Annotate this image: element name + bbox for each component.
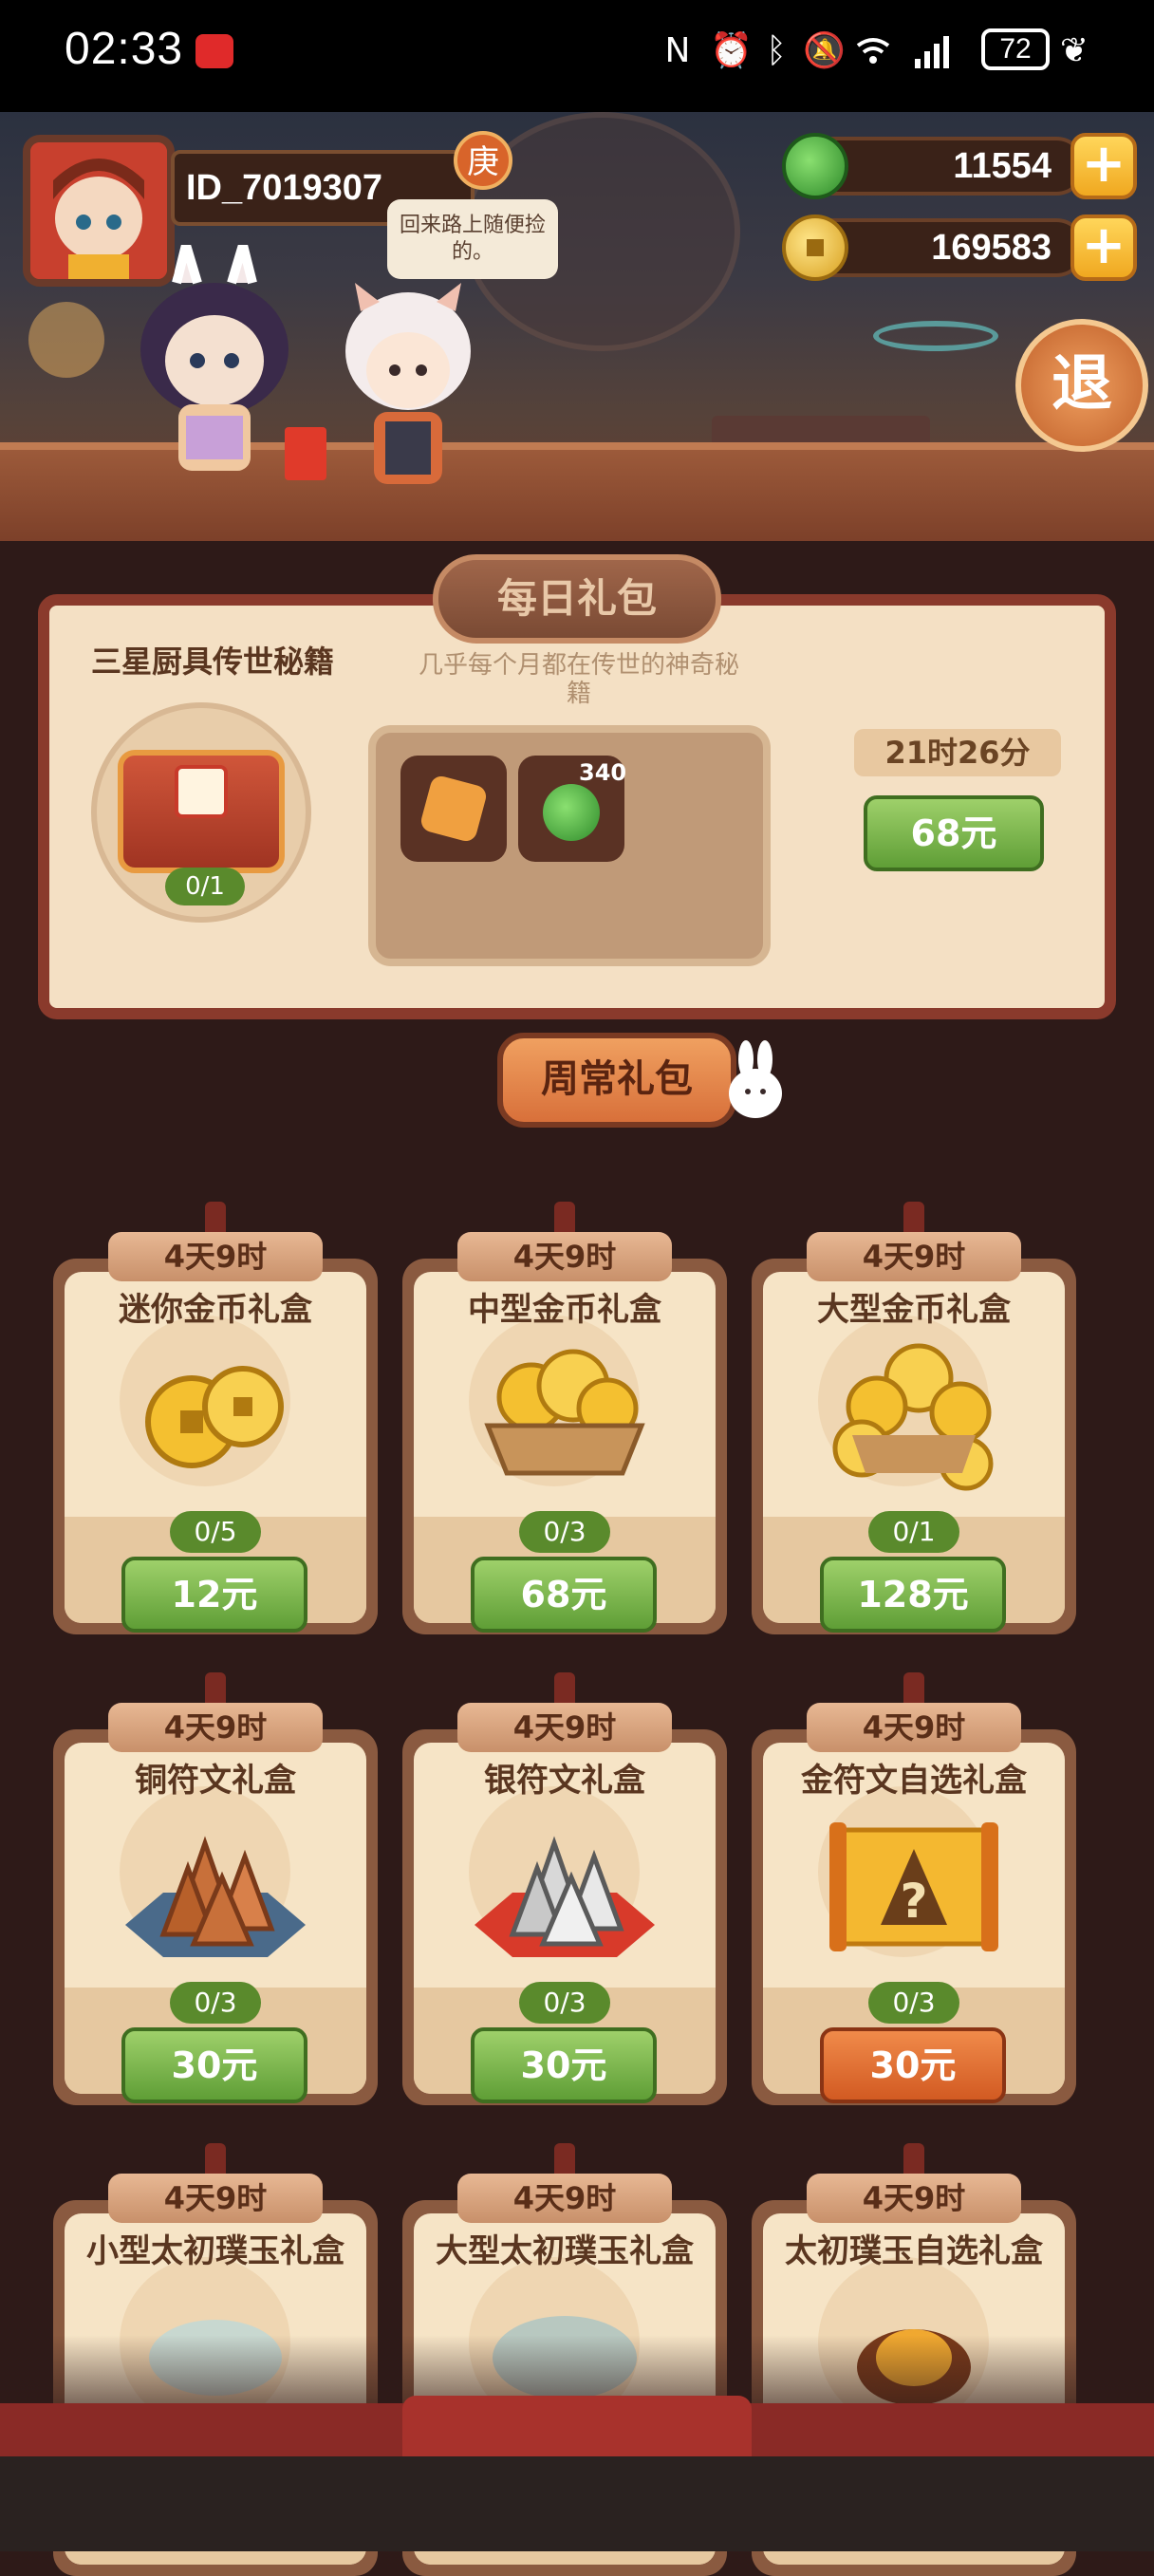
card-buy-button[interactable]: 30元 <box>471 2027 657 2103</box>
card-purchase-count: 0/3 <box>170 1982 261 2024</box>
card-title: 太初璞玉自选礼盒 <box>785 2232 1043 2270</box>
secret-chest-icon[interactable] <box>118 750 285 873</box>
card-timer: 4天9时 <box>457 1232 672 1281</box>
lamp-icon <box>28 302 104 378</box>
daily-pack-title: 每日礼包 <box>433 554 721 644</box>
card-timer: 4天9时 <box>807 2174 1021 2223</box>
helper-character-icon[interactable] <box>332 264 484 492</box>
weekly-pack-card[interactable]: ? 4天9时金符文自选礼盒 0/3 30元 <box>752 1672 1076 2105</box>
weekly-pack-card[interactable]: 4天9时迷你金币礼盒 0/5 12元 <box>53 1202 378 1634</box>
alarm-icon: ⏰ <box>710 31 753 70</box>
card-buy-button[interactable]: 30元 <box>121 2027 307 2103</box>
status-bar: 02:33 N ⏰ ᛒ 🔕 72 ❦ <box>0 0 1154 112</box>
card-buy-button[interactable]: 30元 <box>820 2027 1006 2103</box>
card-title: 迷你金币礼盒 <box>119 1291 312 1329</box>
jade-bracelet-icon <box>873 321 998 351</box>
card-purchase-count: 0/3 <box>519 1982 610 2024</box>
daily-pack-description: 几乎每个月都在传世的神奇秘籍 <box>418 651 739 708</box>
jade-icon <box>782 133 848 199</box>
nfc-icon: N <box>664 31 691 70</box>
weekly-pack-card[interactable]: 4天9时大型金币礼盒 0/1 128元 <box>752 1202 1076 1634</box>
daily-pack-timer: 21时26分 <box>854 729 1061 776</box>
battery-saver-icon: ❦ <box>1059 31 1089 70</box>
card-purchase-count: 0/5 <box>170 1511 261 1553</box>
add-jade-button[interactable]: + <box>1070 133 1137 199</box>
card-timer: 4天9时 <box>807 1703 1021 1752</box>
card-buy-button[interactable]: 128元 <box>820 1557 1006 1633</box>
pack-coins-pile-icon <box>824 1331 1004 1492</box>
bottom-bar-center-tab[interactable] <box>402 2396 752 2456</box>
card-purchase-count: 0/3 <box>868 1982 959 2024</box>
wifi-icon <box>854 32 892 70</box>
reward-jade-quantity: 340 <box>579 759 627 786</box>
notification-app-icon <box>195 34 233 68</box>
daily-pack-buy-button[interactable]: 68元 <box>864 795 1044 871</box>
pack-gold-rune-scroll-icon: ? <box>824 1801 1004 1963</box>
signal-icon <box>913 32 951 70</box>
card-title: 银符文礼盒 <box>484 1762 645 1800</box>
player-avatar[interactable] <box>23 135 175 287</box>
red-envelope-icon <box>285 427 326 480</box>
pack-coins-basket-icon <box>475 1331 655 1492</box>
card-buy-button[interactable]: 68元 <box>471 1557 657 1633</box>
card-title: 中型金币礼盒 <box>468 1291 661 1329</box>
battery-indicator: 72 <box>981 28 1050 70</box>
pack-copper-runes-icon <box>125 1801 306 1963</box>
weekly-pack-tab[interactable]: 周常礼包 <box>497 1033 736 1128</box>
bluetooth-icon: ᛒ <box>766 31 787 70</box>
card-buy-button[interactable]: 12元 <box>121 1557 307 1633</box>
card-timer: 4天9时 <box>807 1232 1021 1281</box>
weekly-pack-card[interactable]: 4天9时银符文礼盒 0/3 30元 <box>402 1672 727 2105</box>
card-timer: 4天9时 <box>108 1703 323 1752</box>
add-coins-button[interactable]: + <box>1070 215 1137 281</box>
card-timer: 4天9时 <box>457 1703 672 1752</box>
card-title: 大型太初璞玉礼盒 <box>436 2232 694 2270</box>
daily-pack-name: 三星厨具传世秘籍 <box>91 644 335 680</box>
card-timer: 4天9时 <box>108 1232 323 1281</box>
pack-silver-runes-icon <box>475 1801 655 1963</box>
card-title: 大型金币礼盒 <box>817 1291 1011 1329</box>
svg-text:?: ? <box>900 1874 927 1929</box>
coin-icon <box>782 215 848 281</box>
reward-item-scroll[interactable] <box>400 756 507 862</box>
pack-coins-small-icon <box>125 1331 306 1492</box>
bunny-icon <box>729 1040 782 1118</box>
bottom-ground <box>0 2456 1154 2551</box>
mute-icon: 🔕 <box>803 31 846 70</box>
daily-pack-progress: 0/1 <box>165 868 245 905</box>
exit-button[interactable]: 退 <box>1015 319 1148 452</box>
card-timer: 4天9时 <box>108 2174 323 2223</box>
card-title: 小型太初璞玉礼盒 <box>86 2232 344 2270</box>
card-timer: 4天9时 <box>457 2174 672 2223</box>
rank-badge: 庚 <box>454 131 512 190</box>
card-title: 铜符文礼盒 <box>135 1762 296 1800</box>
card-purchase-count: 0/3 <box>519 1511 610 1553</box>
card-purchase-count: 0/1 <box>868 1511 959 1553</box>
weekly-pack-card[interactable]: 4天9时中型金币礼盒 0/3 68元 <box>402 1202 727 1634</box>
speech-bubble: 回来路上随便捡的。 <box>387 199 558 279</box>
status-time: 02:33 <box>65 24 184 74</box>
weekly-pack-card[interactable]: 4天9时铜符文礼盒 0/3 30元 <box>53 1672 378 2105</box>
card-title: 金符文自选礼盒 <box>801 1762 1027 1800</box>
